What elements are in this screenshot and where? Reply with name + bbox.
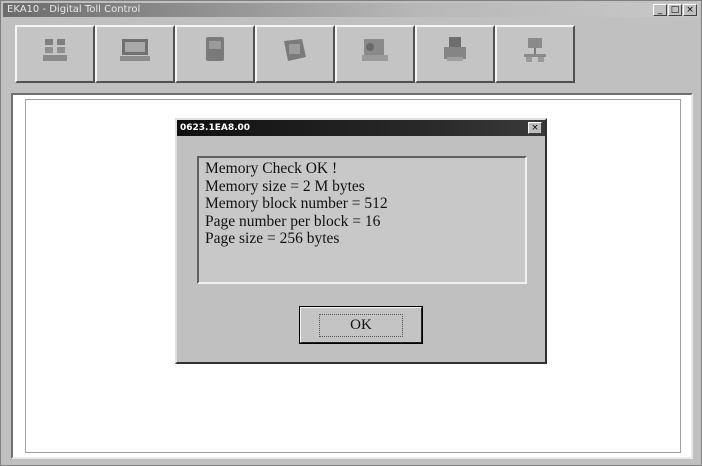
message-line: Page number per block = 16 (205, 212, 381, 230)
dialog-title: 0623.1EA8.00 (180, 123, 251, 133)
window-title: EKA10 - Digital Toll Control (7, 4, 141, 15)
network-icon (524, 38, 546, 62)
ok-label: OK (319, 313, 403, 337)
printer-icon (444, 37, 466, 61)
window-controls: _ □ × (653, 4, 697, 16)
message-line: Memory size = 2 M bytes (205, 177, 365, 195)
close-button[interactable]: × (683, 4, 697, 16)
toolbar-button-folder[interactable] (255, 25, 335, 83)
toolbar-button-printer[interactable] (415, 25, 495, 83)
memory-check-dialog: 0623.1EA8.00 × Memory Check OK ! Memory … (175, 118, 547, 364)
toolbar-button-network[interactable] (495, 25, 575, 83)
maximize-button[interactable]: □ (668, 4, 682, 16)
message-line: Memory block number = 512 (205, 195, 388, 212)
card-icon (206, 37, 224, 61)
ok-button[interactable]: OK (299, 306, 423, 344)
dialog-title-bar[interactable]: 0623.1EA8.00 × (177, 120, 545, 136)
folder-icon (284, 39, 306, 61)
toolbar-button-reader[interactable] (15, 25, 95, 83)
toolbar-button-device[interactable] (335, 25, 415, 83)
monitor-icon (120, 39, 150, 61)
toolbar-button-monitor[interactable] (95, 25, 175, 83)
reader-icon (43, 39, 67, 61)
message-line: Memory Check OK ! (205, 160, 338, 177)
device-icon (362, 39, 388, 61)
toolbar-button-card[interactable] (175, 25, 255, 83)
toolbar (15, 25, 575, 83)
app-window: EKA10 - Digital Toll Control _ □ × 0623.… (0, 0, 702, 466)
title-bar[interactable]: EKA10 - Digital Toll Control _ □ × (3, 3, 699, 17)
message-line: Page size = 256 bytes (205, 230, 340, 247)
message-box: Memory Check OK ! Memory size = 2 M byte… (197, 156, 527, 284)
minimize-button[interactable]: _ (653, 4, 667, 16)
dialog-close-button[interactable]: × (528, 122, 542, 134)
